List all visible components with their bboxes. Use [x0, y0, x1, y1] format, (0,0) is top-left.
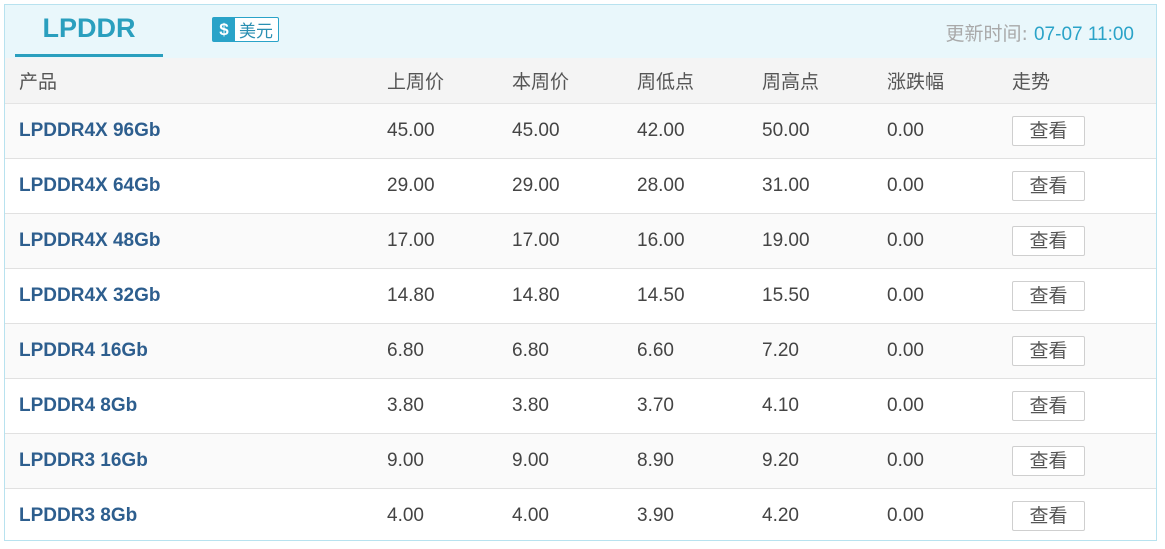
weekly-high: 19.00	[762, 213, 887, 269]
view-trend-button[interactable]: 查看	[1012, 391, 1085, 421]
price-change: 0.00	[887, 433, 1012, 489]
column-header-change: 涨跌幅	[887, 58, 1012, 104]
tab-lpddr[interactable]: LPDDR	[15, 5, 163, 57]
product-name[interactable]: LPDDR4X 96Gb	[19, 120, 160, 141]
this-week-price: 3.80	[512, 378, 637, 434]
column-header-weekly-high: 周高点	[762, 58, 887, 104]
table-header-row: 产品 上周价 本周价 周低点 周高点 涨跌幅 走势	[5, 58, 1156, 104]
last-week-price: 29.00	[387, 158, 512, 214]
price-change: 0.00	[887, 378, 1012, 434]
view-trend-button[interactable]: 查看	[1012, 116, 1085, 146]
this-week-price: 6.80	[512, 323, 637, 379]
product-name[interactable]: LPDDR3 16Gb	[19, 450, 148, 471]
price-change: 0.00	[887, 158, 1012, 214]
column-header-last-week: 上周价	[387, 58, 512, 104]
this-week-price: 14.80	[512, 268, 637, 324]
product-name[interactable]: LPDDR4X 64Gb	[19, 175, 160, 196]
price-table: 产品 上周价 本周价 周低点 周高点 涨跌幅 走势 LPDDR4X 96Gb 4…	[5, 58, 1156, 540]
last-week-price: 17.00	[387, 213, 512, 269]
price-change: 0.00	[887, 488, 1012, 540]
table-row: LPDDR4X 48Gb 17.00 17.00 16.00 19.00 0.0…	[5, 213, 1156, 269]
weekly-high: 50.00	[762, 103, 887, 159]
weekly-high: 4.20	[762, 488, 887, 540]
currency-toggle[interactable]: $ 美元	[212, 17, 279, 42]
table-row: LPDDR4X 96Gb 45.00 45.00 42.00 50.00 0.0…	[5, 103, 1156, 159]
weekly-low: 3.70	[637, 378, 762, 434]
this-week-price: 29.00	[512, 158, 637, 214]
update-time-label: 更新时间:	[945, 23, 1034, 45]
last-week-price: 4.00	[387, 488, 512, 540]
weekly-high: 4.10	[762, 378, 887, 434]
weekly-low: 3.90	[637, 488, 762, 540]
weekly-high: 9.20	[762, 433, 887, 489]
weekly-high: 7.20	[762, 323, 887, 379]
weekly-low: 16.00	[637, 213, 762, 269]
product-name[interactable]: LPDDR4X 32Gb	[19, 285, 160, 306]
column-header-trend: 走势	[1012, 58, 1156, 104]
last-week-price: 3.80	[387, 378, 512, 434]
table-row: LPDDR4X 64Gb 29.00 29.00 28.00 31.00 0.0…	[5, 158, 1156, 214]
product-name[interactable]: LPDDR4 16Gb	[19, 340, 148, 361]
weekly-low: 6.60	[637, 323, 762, 379]
price-change: 0.00	[887, 103, 1012, 159]
price-change: 0.00	[887, 323, 1012, 379]
view-trend-button[interactable]: 查看	[1012, 446, 1085, 476]
product-name[interactable]: LPDDR4 8Gb	[19, 395, 137, 416]
column-header-this-week: 本周价	[512, 58, 637, 104]
table-row: LPDDR3 8Gb 4.00 4.00 3.90 4.20 0.00 查看	[5, 488, 1156, 540]
this-week-price: 9.00	[512, 433, 637, 489]
weekly-low: 8.90	[637, 433, 762, 489]
last-week-price: 14.80	[387, 268, 512, 324]
view-trend-button[interactable]: 查看	[1012, 501, 1085, 531]
last-week-price: 6.80	[387, 323, 512, 379]
panel-header: LPDDR $ 美元 更新时间: 07-07 11:00	[5, 5, 1156, 59]
column-header-weekly-low: 周低点	[637, 58, 762, 104]
price-panel: LPDDR $ 美元 更新时间: 07-07 11:00 产品 上周价 本周价 …	[4, 4, 1157, 541]
weekly-low: 14.50	[637, 268, 762, 324]
product-name[interactable]: LPDDR4X 48Gb	[19, 230, 160, 251]
table-row: LPDDR3 16Gb 9.00 9.00 8.90 9.20 0.00 查看	[5, 433, 1156, 489]
weekly-low: 28.00	[637, 158, 762, 214]
this-week-price: 45.00	[512, 103, 637, 159]
weekly-low: 42.00	[637, 103, 762, 159]
table-row: LPDDR4 8Gb 3.80 3.80 3.70 4.10 0.00 查看	[5, 378, 1156, 434]
weekly-high: 15.50	[762, 268, 887, 324]
view-trend-button[interactable]: 查看	[1012, 281, 1085, 311]
this-week-price: 17.00	[512, 213, 637, 269]
price-change: 0.00	[887, 268, 1012, 324]
last-week-price: 45.00	[387, 103, 512, 159]
currency-label: 美元	[239, 22, 273, 42]
update-time-value: 07-07 11:00	[1033, 24, 1134, 45]
last-week-price: 9.00	[387, 433, 512, 489]
view-trend-button[interactable]: 查看	[1012, 336, 1085, 366]
view-trend-button[interactable]: 查看	[1012, 171, 1085, 201]
column-header-product: 产品	[5, 58, 387, 104]
table-row: LPDDR4X 32Gb 14.80 14.80 14.50 15.50 0.0…	[5, 268, 1156, 324]
view-trend-button[interactable]: 查看	[1012, 226, 1085, 256]
price-change: 0.00	[887, 213, 1012, 269]
table-row: LPDDR4 16Gb 6.80 6.80 6.60 7.20 0.00 查看	[5, 323, 1156, 379]
weekly-high: 31.00	[762, 158, 887, 214]
this-week-price: 4.00	[512, 488, 637, 540]
update-time: 更新时间: 07-07 11:00	[946, 19, 1134, 46]
dollar-icon: $	[213, 18, 235, 41]
product-name[interactable]: LPDDR3 8Gb	[19, 505, 137, 526]
